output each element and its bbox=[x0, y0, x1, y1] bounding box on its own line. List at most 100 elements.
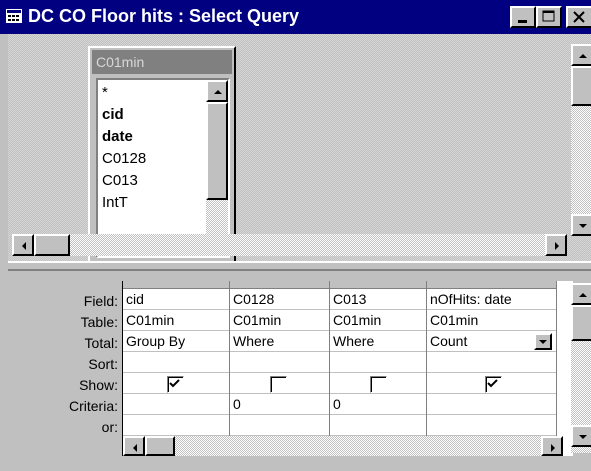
grid-hscrollbar[interactable] bbox=[123, 436, 563, 456]
field-list-box[interactable]: * cid date C0128 C013 IntT bbox=[96, 78, 230, 258]
arrow-down-icon bbox=[579, 224, 587, 228]
grid-cell-show[interactable] bbox=[123, 373, 229, 394]
maximize-icon bbox=[542, 10, 555, 22]
maximize-button[interactable] bbox=[536, 6, 562, 28]
chevron-down-icon bbox=[539, 340, 547, 344]
grid-cell-table[interactable]: C01min bbox=[230, 310, 329, 331]
grid-cell-criteria[interactable]: 0 bbox=[330, 394, 426, 415]
row-label-table: Table: bbox=[80, 314, 118, 330]
show-checkbox[interactable] bbox=[270, 376, 287, 393]
grid-cell-criteria[interactable] bbox=[123, 394, 229, 415]
close-icon bbox=[573, 11, 585, 23]
table-pane-scroll-right-button[interactable] bbox=[545, 234, 567, 256]
checkmark-icon bbox=[487, 379, 498, 388]
design-grid: cid C01min Group By C0128 C01min Where 0… bbox=[122, 281, 573, 456]
grid-cell-show[interactable] bbox=[230, 373, 329, 394]
grid-cell-total[interactable]: Where bbox=[230, 331, 329, 352]
grid-scroll-right-button[interactable] bbox=[541, 436, 563, 456]
field-list-scroll-thumb[interactable] bbox=[206, 102, 228, 200]
grid-cell-criteria[interactable]: 0 bbox=[230, 394, 329, 415]
design-grid-pane: Field: Table: Total: Sort: Show: Criteri… bbox=[8, 271, 591, 471]
arrow-down-icon bbox=[579, 435, 587, 439]
grid-cell-sort[interactable] bbox=[123, 352, 229, 373]
row-label-or: or: bbox=[101, 419, 118, 435]
grid-vscrollbar[interactable] bbox=[571, 283, 591, 453]
query-icon bbox=[6, 9, 22, 23]
arrow-right-icon bbox=[551, 444, 555, 452]
field-list-item-all[interactable]: * bbox=[102, 84, 108, 101]
grid-cell-field[interactable]: cid bbox=[123, 289, 229, 310]
grid-scroll-left-button[interactable] bbox=[123, 436, 145, 456]
grid-cell-sort[interactable] bbox=[330, 352, 426, 373]
column-selector[interactable] bbox=[123, 281, 229, 289]
field-list-item-c013[interactable]: C013 bbox=[102, 172, 138, 189]
field-list-item-intt[interactable]: IntT bbox=[102, 194, 128, 211]
grid-cell-table[interactable]: C01min bbox=[427, 310, 556, 331]
arrow-right-icon bbox=[555, 242, 559, 250]
field-list-window[interactable]: C01min * cid date C0128 C013 IntT bbox=[88, 46, 236, 266]
grid-cell-or[interactable] bbox=[123, 415, 229, 436]
query-window: DC CO Floor hits : Select Query C01min *… bbox=[0, 0, 591, 471]
grid-cell-table[interactable]: C01min bbox=[330, 310, 426, 331]
checkmark-icon bbox=[169, 379, 180, 388]
grid-cell-sort[interactable] bbox=[230, 352, 329, 373]
close-button[interactable] bbox=[566, 6, 591, 28]
table-pane-scroll-up-button[interactable] bbox=[571, 44, 591, 66]
field-list-item-date[interactable]: date bbox=[102, 128, 133, 145]
grid-hscroll-thumb[interactable] bbox=[145, 436, 175, 456]
field-list-scrollbar[interactable] bbox=[206, 80, 228, 256]
grid-cell-criteria[interactable] bbox=[427, 394, 556, 415]
total-value: Count bbox=[430, 333, 468, 349]
show-checkbox[interactable] bbox=[485, 376, 502, 393]
table-pane-hscrollbar[interactable] bbox=[12, 234, 567, 256]
row-label-field: Field: bbox=[83, 293, 118, 309]
grid-cell-field[interactable]: C013 bbox=[330, 289, 426, 310]
window-title: DC CO Floor hits : Select Query bbox=[28, 6, 300, 26]
total-dropdown-button[interactable] bbox=[534, 333, 552, 350]
grid-cell-show[interactable] bbox=[427, 373, 556, 394]
row-label-show: Show: bbox=[79, 377, 118, 393]
column-selector[interactable] bbox=[330, 281, 426, 289]
minimize-icon bbox=[518, 20, 527, 23]
grid-cell-field[interactable]: nOfHits: date bbox=[427, 289, 556, 310]
field-list-item-cid[interactable]: cid bbox=[102, 106, 124, 123]
grid-column-1: cid C01min Group By bbox=[123, 281, 230, 456]
minimize-button[interactable] bbox=[510, 6, 536, 28]
grid-cell-total[interactable]: Where bbox=[330, 331, 426, 352]
grid-cell-total[interactable]: Group By bbox=[123, 331, 229, 352]
arrow-up-icon bbox=[579, 293, 587, 297]
table-pane: C01min * cid date C0128 C013 IntT bbox=[8, 34, 591, 266]
field-list-item-c0128[interactable]: C0128 bbox=[102, 150, 146, 167]
grid-cell-total[interactable]: Count bbox=[427, 331, 556, 352]
title-bar[interactable]: DC CO Floor hits : Select Query bbox=[0, 0, 591, 34]
arrow-up-icon bbox=[579, 54, 587, 58]
show-checkbox[interactable] bbox=[167, 376, 184, 393]
grid-cell-field[interactable]: C0128 bbox=[230, 289, 329, 310]
grid-scroll-up-button[interactable] bbox=[571, 283, 591, 305]
grid-cell-or[interactable] bbox=[230, 415, 329, 436]
pane-splitter[interactable] bbox=[8, 261, 591, 271]
table-pane-scroll-left-button[interactable] bbox=[12, 234, 34, 256]
row-label-criteria: Criteria: bbox=[68, 398, 118, 414]
show-checkbox[interactable] bbox=[370, 376, 387, 393]
row-label-total: Total: bbox=[84, 335, 118, 351]
arrow-left-icon bbox=[133, 444, 137, 452]
grid-vscroll-thumb[interactable] bbox=[571, 305, 591, 341]
table-pane-vscroll-thumb[interactable] bbox=[571, 66, 591, 106]
column-selector[interactable] bbox=[230, 281, 329, 289]
field-list-title[interactable]: C01min bbox=[92, 50, 232, 74]
column-selector[interactable] bbox=[427, 281, 556, 289]
arrow-up-icon bbox=[214, 90, 222, 94]
field-list-scroll-up-button[interactable] bbox=[206, 80, 228, 102]
table-pane-vscrollbar[interactable] bbox=[571, 44, 591, 236]
grid-cell-show[interactable] bbox=[330, 373, 426, 394]
table-pane-scroll-down-button[interactable] bbox=[571, 214, 591, 236]
grid-cell-or[interactable] bbox=[427, 415, 556, 436]
grid-scroll-down-button[interactable] bbox=[571, 425, 591, 447]
grid-column-3: C013 C01min Where 0 bbox=[330, 281, 427, 456]
grid-cell-or[interactable] bbox=[330, 415, 426, 436]
table-pane-hscroll-thumb[interactable] bbox=[34, 234, 70, 256]
grid-column-2: C0128 C01min Where 0 bbox=[230, 281, 330, 456]
grid-cell-sort[interactable] bbox=[427, 352, 556, 373]
grid-cell-table[interactable]: C01min bbox=[123, 310, 229, 331]
